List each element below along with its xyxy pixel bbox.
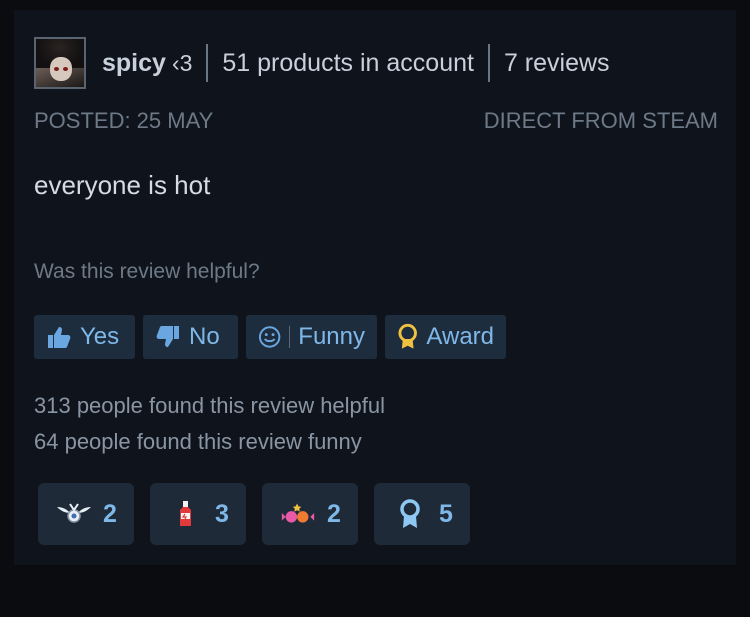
- award-label: Award: [426, 323, 494, 350]
- thumbs-up-icon: [48, 327, 71, 348]
- review-source: DIRECT FROM STEAM: [483, 108, 718, 133]
- posted-date: POSTED: 25 MAY: [34, 108, 214, 133]
- awards-row: 2 3 2 5: [38, 483, 470, 545]
- award-count: 5: [439, 499, 453, 528]
- helpful-count: 313 people found this review helpful: [34, 393, 386, 418]
- vote-counts: 313 people found this review helpful 64 …: [34, 388, 385, 460]
- award-badge[interactable]: 2: [38, 483, 134, 545]
- divider: [206, 44, 209, 82]
- award-badge[interactable]: 3: [150, 483, 246, 545]
- winged-medal-icon: [57, 503, 92, 523]
- award-ribbon-icon: [398, 323, 417, 349]
- posted-row: POSTED: 25 MAY DIRECT FROM STEAM: [34, 108, 718, 134]
- hot-sauce-icon: [180, 501, 192, 526]
- no-label: No: [189, 323, 220, 350]
- review-card: spicy ‹3 51 products in account 7 review…: [14, 10, 736, 565]
- funny-label: Funny: [298, 323, 365, 350]
- award-badge[interactable]: 5: [374, 483, 470, 545]
- username-suffix: ‹3: [171, 49, 193, 76]
- funny-button[interactable]: Funny: [246, 315, 377, 359]
- helpful-question: Was this review helpful?: [34, 260, 260, 283]
- username[interactable]: spicy: [102, 49, 166, 78]
- rating-buttons: Yes No Funny Award: [34, 315, 506, 359]
- reviews-count[interactable]: 7 reviews: [504, 49, 610, 78]
- divider: [487, 44, 490, 82]
- products-count[interactable]: 51 products in account: [222, 49, 474, 78]
- no-button[interactable]: No: [143, 315, 238, 359]
- smiley-icon: [258, 326, 281, 348]
- award-button[interactable]: Award: [385, 315, 506, 359]
- funny-count: 64 people found this review funny: [34, 429, 362, 454]
- party-candy-icon: [281, 503, 315, 523]
- ribbon-medal-icon: [400, 499, 420, 528]
- yes-label: Yes: [80, 323, 120, 350]
- award-count: 2: [327, 499, 341, 528]
- review-header: spicy ‹3 51 products in account 7 review…: [34, 35, 610, 91]
- award-count: 3: [215, 499, 229, 528]
- award-badge[interactable]: 2: [262, 483, 358, 545]
- award-count: 2: [103, 499, 117, 528]
- avatar[interactable]: [34, 37, 86, 89]
- thumbs-down-icon: [156, 326, 179, 347]
- yes-button[interactable]: Yes: [34, 315, 135, 359]
- review-body: everyone is hot: [34, 170, 211, 200]
